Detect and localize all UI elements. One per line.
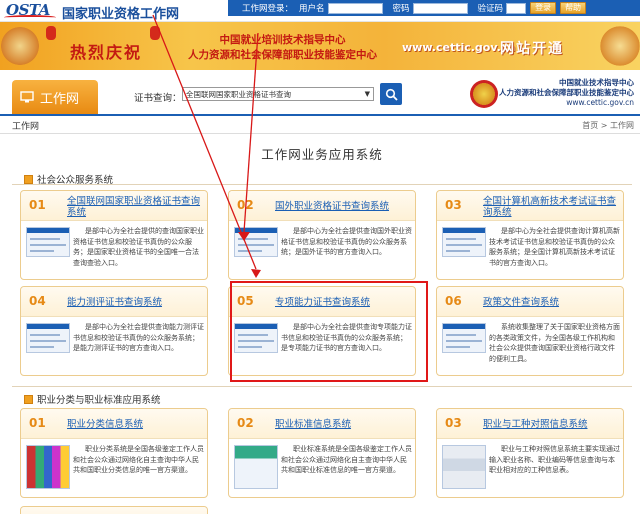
lantern-icon bbox=[150, 26, 160, 40]
page-title: 工作网业务应用系统 bbox=[261, 147, 383, 162]
section-divider bbox=[12, 184, 632, 185]
card-title-link[interactable]: 职业与工种对照信息系统 bbox=[483, 419, 619, 430]
cert-select[interactable]: 全国联网国家职业资格证书查询 ▼ bbox=[182, 87, 374, 101]
chevron-down-icon: ▼ bbox=[364, 90, 370, 98]
banner-org: 中国就业培训技术指导中心 人力资源和社会保障部职业技能鉴定中心 bbox=[188, 33, 377, 63]
site-title[interactable]: 国家职业资格工作网 bbox=[62, 3, 179, 22]
card-number: 03 bbox=[445, 416, 462, 430]
section-divider bbox=[12, 386, 632, 387]
banner-opening: 网站开通 bbox=[500, 41, 564, 57]
search-button[interactable] bbox=[380, 83, 402, 105]
osta-logo[interactable]: OSTA bbox=[4, 1, 58, 21]
card-number: 02 bbox=[237, 416, 254, 430]
card-title-link[interactable]: 政策文件查询系统 bbox=[483, 297, 619, 308]
section-title: 职业分类与职业标准应用系统 bbox=[37, 395, 161, 406]
service-card[interactable]: 03 全国计算机高新技术考试证书查询系统 是部中心为全社会提供查询计算机高新技术… bbox=[436, 190, 624, 280]
breadcrumb: 工作网 首页 > 工作网 bbox=[0, 116, 640, 134]
card-thumbnail bbox=[234, 227, 278, 257]
book-cover-thumbnail bbox=[234, 445, 278, 489]
card-title-link[interactable]: 国外职业资格证书查询系统 bbox=[275, 201, 411, 212]
login-label: 工作网登录： bbox=[242, 4, 294, 14]
username-label: 用户名 bbox=[299, 4, 325, 14]
nav-row: 工作网 证书查询： 全国联网国家职业资格证书查询 ▼ 中国就业技术指导中心 人力… bbox=[0, 70, 640, 116]
section-occupation-standards: 职业分类与职业标准应用系统 bbox=[24, 392, 161, 406]
banner-url: www.cettic.gov.cn bbox=[402, 41, 516, 54]
banner-org-line2: 人力资源和社会保障部职业技能鉴定中心 bbox=[188, 49, 377, 61]
breadcrumb-current: 工作网 bbox=[12, 122, 40, 132]
service-card[interactable]: 02 国外职业资格证书查询系统 是部中心为全社会提供查询国外职业资格证书信息和校… bbox=[228, 190, 416, 280]
book-cover-thumbnail bbox=[442, 445, 486, 489]
service-card[interactable]: 06 政策文件查询系统 系统收集整理了关于国家职业资格方面的各类政策文件，为全国… bbox=[436, 286, 624, 376]
partner-line2: 人力资源和社会保障部职业技能鉴定中心 bbox=[499, 88, 634, 97]
card-number: 01 bbox=[29, 198, 46, 212]
card-title-link[interactable]: 全国联网国家职业资格证书查询系统 bbox=[67, 196, 203, 218]
captcha-input[interactable] bbox=[506, 2, 527, 14]
card-description: 职业分类系统是全国各级鉴定工作人员和社会公众通过网络化自主查询中华人民共和国职业… bbox=[73, 445, 204, 474]
dragon-decoration-right bbox=[598, 22, 640, 70]
card-title-link[interactable]: 职业分类信息系统 bbox=[67, 419, 203, 430]
service-card-partial[interactable] bbox=[20, 506, 208, 514]
logo-swoosh bbox=[4, 15, 56, 20]
card-description: 是部中心为全社会提供的查询国家职业资格证书信息和校验证书真伪的公众服务；是国家职… bbox=[73, 227, 204, 267]
card-thumbnail bbox=[26, 227, 70, 257]
card-description: 是部中心为全社会提供查询国外职业资格证书信息和校验证书真伪的公众服务系统；是国外… bbox=[281, 227, 412, 256]
tab-work-label: 工作网 bbox=[40, 91, 80, 107]
monitor-icon bbox=[20, 91, 34, 103]
card-thumbnail bbox=[442, 227, 486, 257]
top-bar: OSTA 国家职业资格工作网 工作网登录： 用户名 密码 验证码 登录 帮助 bbox=[0, 0, 640, 22]
book-cover-thumbnail bbox=[26, 445, 70, 489]
card-description: 职业标准系统是全国各级鉴定工作人员和社会公众通过网络化自主查询中华人民共和国职业… bbox=[281, 445, 412, 474]
card-description: 职业与工种对照信息系统主要实现通过输入职业名称、职业编码等信息查询与本职业相对应… bbox=[489, 445, 620, 474]
section-square-icon bbox=[24, 174, 33, 184]
banner-celebrate: 热烈庆祝 bbox=[70, 43, 143, 62]
banner-org-line1: 中国就业培训技术指导中心 bbox=[219, 34, 346, 46]
partner-url: www.cettic.gov.cn bbox=[566, 98, 634, 107]
highlight-box bbox=[230, 281, 428, 382]
card-title-link[interactable]: 全国计算机高新技术考试证书查询系统 bbox=[483, 196, 619, 218]
username-input[interactable] bbox=[327, 2, 383, 14]
card-thumbnail bbox=[442, 323, 486, 353]
password-label: 密码 bbox=[392, 4, 410, 14]
card-description: 是部中心为全社会提供查询计算机高新技术考试证书信息和校验证书真伪的公众服务系统；… bbox=[489, 227, 620, 267]
card-title-link[interactable]: 能力测评证书查询系统 bbox=[67, 297, 203, 308]
login-button[interactable]: 登录 bbox=[530, 2, 557, 14]
captcha-label: 验证码 bbox=[477, 4, 504, 14]
dragon-decoration-left bbox=[0, 22, 40, 70]
card-number: 06 bbox=[445, 294, 462, 308]
section-square-icon bbox=[24, 394, 33, 404]
password-input[interactable] bbox=[412, 2, 468, 14]
card-number: 03 bbox=[445, 198, 462, 212]
card-description: 系统收集整理了关于国家职业资格方面的各类政策文件，为全国各级工作机构和社会公众提… bbox=[489, 323, 620, 363]
service-card[interactable]: 03 职业与工种对照信息系统 职业与工种对照信息系统主要实现通过输入职业名称、职… bbox=[436, 408, 624, 498]
tab-work[interactable]: 工作网 bbox=[12, 80, 98, 114]
login-bar: 工作网登录： 用户名 密码 验证码 登录 帮助 bbox=[228, 0, 640, 16]
service-card[interactable]: 01 职业分类信息系统 职业分类系统是全国各级鉴定工作人员和社会公众通过网络化自… bbox=[20, 408, 208, 498]
service-card[interactable]: 04 能力测评证书查询系统 是部中心为全社会提供查询能力测评证书信息和校验证书真… bbox=[20, 286, 208, 376]
card-header bbox=[21, 507, 207, 514]
search-icon bbox=[385, 88, 398, 101]
breadcrumb-path[interactable]: 首页 > 工作网 bbox=[582, 120, 634, 131]
card-title-link[interactable]: 职业标准信息系统 bbox=[275, 419, 411, 430]
card-number: 02 bbox=[237, 198, 254, 212]
cert-search-label: 证书查询： bbox=[134, 93, 182, 104]
service-card[interactable]: 02 职业标准信息系统 职业标准系统是全国各级鉴定工作人员和社会公众通过网络化自… bbox=[228, 408, 416, 498]
card-number: 04 bbox=[29, 294, 46, 308]
card-description: 是部中心为全社会提供查询能力测评证书信息和校验证书真伪的公众服务系统；是能力测评… bbox=[73, 323, 204, 352]
help-button[interactable]: 帮助 bbox=[560, 2, 587, 14]
cert-select-value: 全国联网国家职业资格证书查询 bbox=[186, 89, 291, 99]
card-thumbnail bbox=[26, 323, 70, 353]
partner-line1: 中国就业技术指导中心 bbox=[559, 78, 634, 87]
lantern-icon bbox=[46, 26, 56, 40]
card-number: 01 bbox=[29, 416, 46, 430]
service-card[interactable]: 01 全国联网国家职业资格证书查询系统 是部中心为全社会提供的查询国家职业资格证… bbox=[20, 190, 208, 280]
partner-logo: 中国就业技术指导中心 人力资源和社会保障部职业技能鉴定中心 www.cettic… bbox=[464, 78, 634, 112]
celebration-banner: 热烈庆祝 中国就业培训技术指导中心 人力资源和社会保障部职业技能鉴定中心 www… bbox=[0, 22, 640, 70]
